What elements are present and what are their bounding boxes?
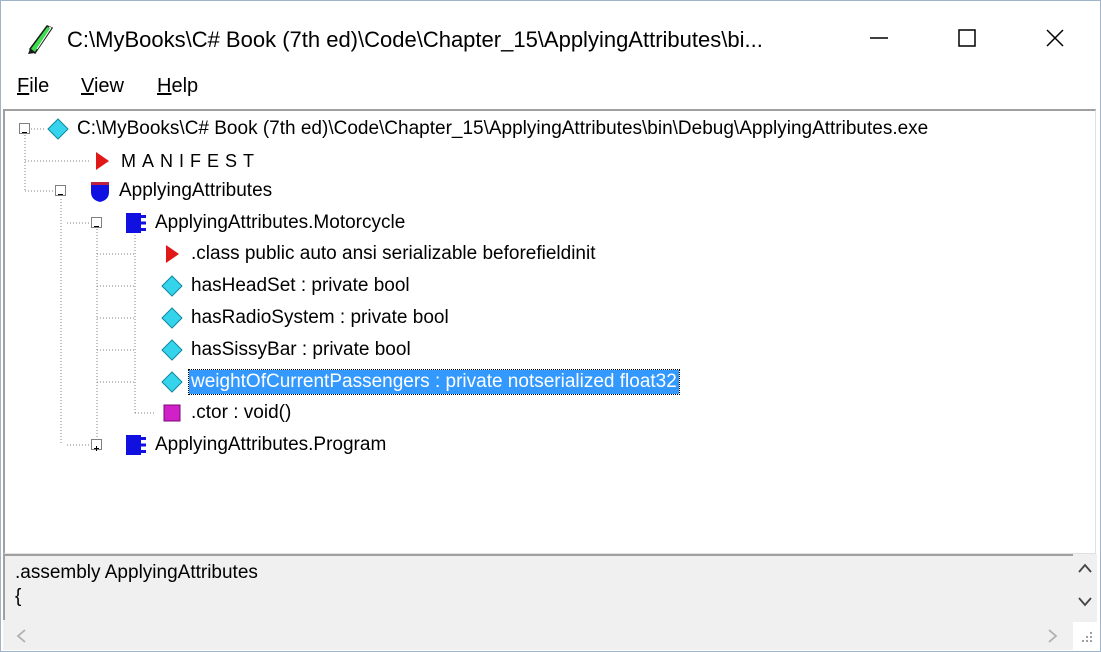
- tree-node-class-directive[interactable]: .class public auto ansi serializable bef…: [161, 239, 598, 269]
- triangle-red-icon: [96, 152, 109, 170]
- il-text-pane[interactable]: .assembly ApplyingAttributes {: [3, 554, 1073, 622]
- tree-node-label: ApplyingAttributes.Motorcycle: [155, 212, 406, 233]
- menu-file[interactable]: File: [15, 75, 51, 98]
- field-diamond-icon: [161, 339, 183, 361]
- menu-file-mnemonic: F: [17, 75, 30, 97]
- minus-icon: [94, 226, 99, 227]
- program-expander-plus[interactable]: [91, 439, 102, 451]
- tree-view[interactable]: C:\MyBooks\C# Book (7th ed)\Code\Chapter…: [3, 109, 1096, 554]
- tree-node-namespace[interactable]: ApplyingAttributes: [89, 176, 274, 206]
- minimize-icon: [870, 37, 888, 39]
- tree-node-label: ApplyingAttributes: [119, 180, 273, 201]
- scroll-down-icon[interactable]: [1077, 596, 1093, 608]
- resize-grip-icon[interactable]: [1075, 625, 1095, 645]
- field-diamond-icon: [161, 275, 183, 297]
- tree-node-label: hasHeadSet : private bool: [191, 275, 410, 296]
- close-icon: [1046, 29, 1064, 47]
- minimize-button[interactable]: [849, 15, 909, 61]
- minus-icon: [22, 132, 27, 133]
- namespace-shield-icon: [91, 182, 109, 202]
- scroll-left-icon[interactable]: [15, 628, 27, 644]
- class-icon: [126, 435, 146, 455]
- plus-icon: [94, 446, 99, 451]
- window-title: C:\MyBooks\C# Book (7th ed)\Code\Chapter…: [67, 27, 763, 52]
- namespace-expander-minus[interactable]: [55, 185, 66, 196]
- menu-view[interactable]: View: [79, 75, 126, 98]
- menu-file-label: ile: [29, 75, 50, 97]
- scroll-up-icon[interactable]: [1077, 562, 1093, 574]
- close-button[interactable]: [1025, 15, 1085, 61]
- menu-view-mnemonic: V: [81, 75, 94, 97]
- tree-node-label: C:\MyBooks\C# Book (7th ed)\Code\Chapter…: [77, 118, 929, 139]
- vertical-scrollbar[interactable]: [1073, 554, 1097, 622]
- motorcycle-expander-minus[interactable]: [91, 217, 102, 228]
- field-diamond-icon: [161, 307, 183, 329]
- scroll-right-icon[interactable]: [1047, 628, 1059, 644]
- ildasm-window: C:\MyBooks\C# Book (7th ed)\Code\Chapter…: [0, 0, 1101, 652]
- tree-node-method-ctor[interactable]: .ctor : void(): [161, 398, 293, 428]
- field-diamond-icon: [161, 371, 183, 393]
- method-square-icon: [163, 404, 181, 422]
- tree-node-label: .ctor : void(): [191, 402, 292, 423]
- minus-icon: [58, 194, 63, 195]
- tree-node-field-hasradiosystem[interactable]: hasRadioSystem : private bool: [161, 303, 451, 333]
- il-line: .assembly ApplyingAttributes: [15, 562, 258, 583]
- tree-node-field-hassissybar[interactable]: hasSissyBar : private bool: [161, 335, 413, 365]
- title-bar[interactable]: C:\MyBooks\C# Book (7th ed)\Code\Chapter…: [1, 1, 1100, 69]
- horizontal-scrollbar[interactable]: [3, 620, 1073, 650]
- tree-node-field-hasheadset[interactable]: hasHeadSet : private bool: [161, 271, 412, 301]
- il-line: {: [15, 586, 22, 607]
- tree-node-class-program[interactable]: ApplyingAttributes.Program: [125, 430, 388, 460]
- tree-node-field-weightofcurrentpassengers[interactable]: weightOfCurrentPassengers : private nots…: [161, 367, 680, 397]
- tree-node-manifest[interactable]: MANIFEST: [91, 146, 262, 176]
- tree-node-label: hasRadioSystem : private bool: [191, 307, 449, 328]
- tree-node-label: ApplyingAttributes.Program: [155, 434, 387, 455]
- menu-help-mnemonic: H: [157, 75, 172, 97]
- maximize-button[interactable]: [937, 15, 997, 61]
- tree-node-label: .class public auto ansi serializable bef…: [191, 243, 596, 264]
- class-icon: [126, 213, 146, 233]
- tree-node-label: weightOfCurrentPassengers : private nots…: [188, 369, 680, 395]
- menu-view-label: iew: [93, 75, 124, 97]
- ildasm-app-icon: [28, 25, 53, 55]
- tree-node-class-motorcycle[interactable]: ApplyingAttributes.Motorcycle: [125, 208, 407, 238]
- tree-node-label: MANIFEST: [121, 150, 261, 171]
- root-expander-minus[interactable]: [19, 123, 30, 134]
- menu-bar: File View Help: [1, 69, 1100, 105]
- menu-help-label: elp: [171, 75, 199, 97]
- maximize-icon: [958, 29, 976, 47]
- triangle-red-icon: [166, 245, 179, 263]
- tree-node-label: hasSissyBar : private bool: [191, 339, 411, 360]
- diamond-cyan-icon: [47, 118, 69, 140]
- menu-help[interactable]: Help: [155, 75, 200, 98]
- tree-node-root-exe[interactable]: C:\MyBooks\C# Book (7th ed)\Code\Chapter…: [47, 114, 930, 144]
